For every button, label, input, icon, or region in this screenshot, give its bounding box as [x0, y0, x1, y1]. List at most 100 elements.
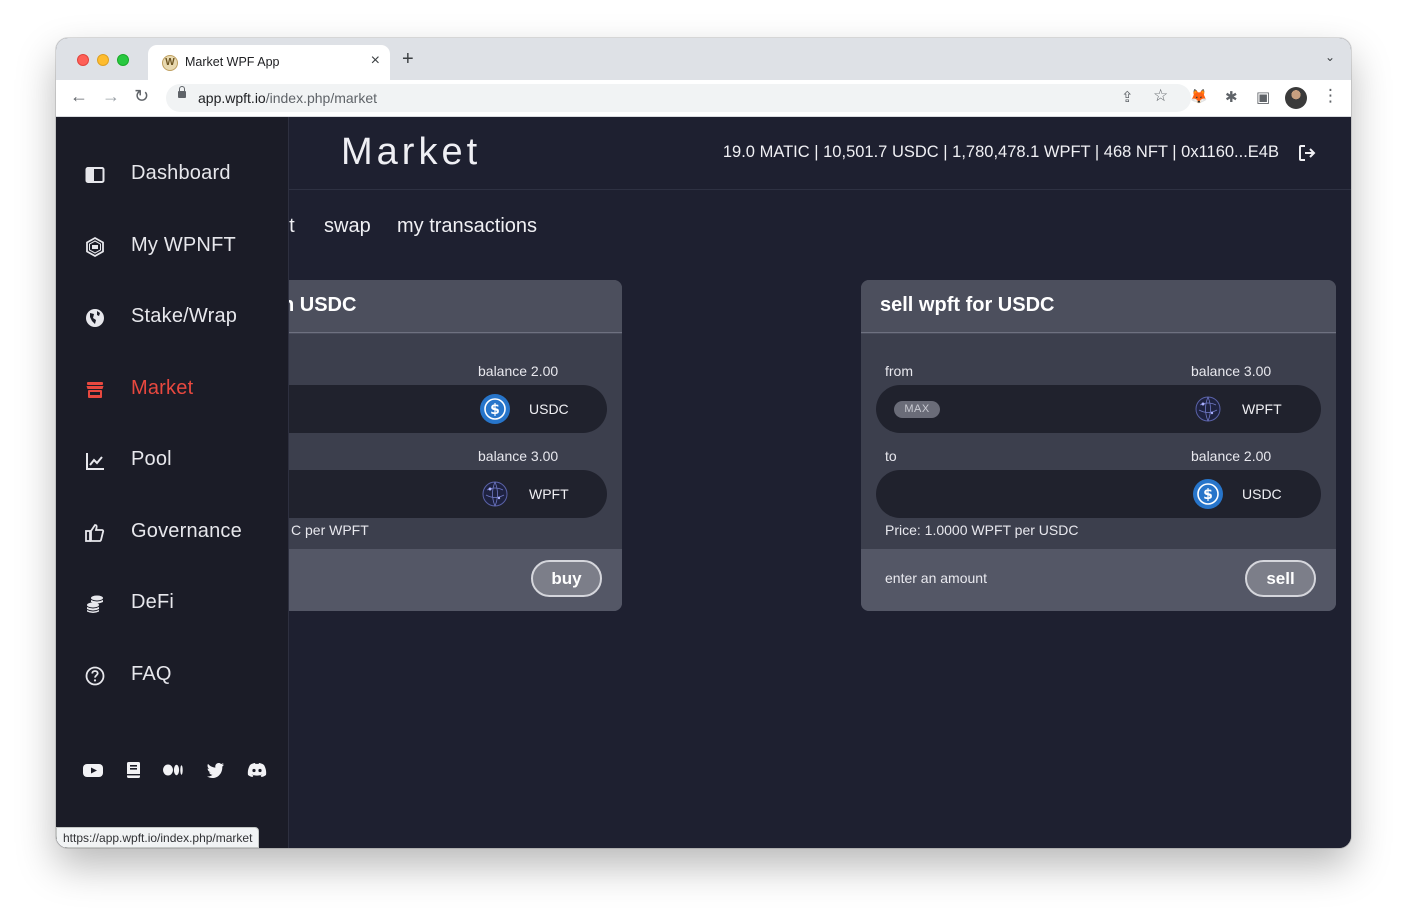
browser-tab[interactable]: W Market WPF App ×: [148, 45, 390, 80]
chart-icon: [86, 453, 104, 470]
sidebar-item-label: FAQ: [131, 663, 172, 685]
youtube-icon[interactable]: [82, 760, 104, 780]
metamask-fox-icon[interactable]: 🦊: [1190, 88, 1207, 105]
sidebar-item-label: Pool: [131, 448, 172, 470]
sidebar-item-label: Stake/Wrap: [131, 305, 238, 327]
book-icon[interactable]: [122, 760, 144, 780]
sell-from-token: WPFT: [1242, 401, 1282, 417]
reload-icon[interactable]: ↻: [134, 86, 149, 107]
usdc-icon: $: [1193, 479, 1223, 509]
close-window-button[interactable]: [77, 54, 89, 66]
zoom-window-button[interactable]: [117, 54, 129, 66]
buy-from-token: USDC: [529, 401, 569, 417]
sell-hint: enter an amount: [885, 570, 987, 586]
sidebar-item-stake-wrap[interactable]: Stake/Wrap: [56, 293, 288, 343]
svg-text:$: $: [490, 402, 500, 418]
bookmark-star-icon[interactable]: ☆: [1153, 86, 1168, 106]
sidebar-item-label: DeFi: [131, 591, 175, 613]
sell-card: sell wpft for USDC from balance 3.00 MAX…: [861, 280, 1336, 611]
address-bar[interactable]: app.wpft.io/index.php/market: [166, 84, 1191, 112]
store-icon: [86, 382, 104, 398]
buy-price: C per WPFT: [291, 522, 369, 538]
buy-from-balance: balance 2.00: [478, 363, 559, 379]
url-text: app.wpft.io/index.php/market: [198, 90, 378, 106]
wpft-globe-icon: [1195, 396, 1221, 422]
discord-icon[interactable]: [246, 760, 268, 780]
buy-from-field[interactable]: $ USDC: [289, 385, 607, 433]
tab-title: Market WPF App: [185, 55, 280, 69]
sidebar-item-my-wpnft[interactable]: My WPNFT: [56, 222, 288, 272]
minimize-window-button[interactable]: [97, 54, 109, 66]
tab-my-transactions[interactable]: my transactions: [397, 215, 537, 238]
page-title: Market: [341, 131, 482, 173]
buy-to-balance: balance 3.00: [478, 448, 559, 464]
sidebar-item-label: Market: [131, 377, 194, 399]
lock-icon: [178, 86, 186, 98]
logout-icon[interactable]: [1297, 143, 1317, 163]
medium-icon[interactable]: [162, 760, 184, 780]
sidebar-item-dashboard[interactable]: Dashboard: [56, 150, 288, 200]
wpft-globe-icon: [482, 481, 508, 507]
buy-to-field[interactable]: WPFT: [289, 470, 607, 518]
forward-icon[interactable]: →: [102, 86, 120, 107]
sidebar-item-label: My WPNFT: [131, 234, 236, 256]
max-button[interactable]: MAX: [894, 401, 940, 418]
wallet-summary: 19.0 MATIC | 10,501.7 USDC | 1,780,478.1…: [722, 143, 1279, 161]
question-icon: [85, 666, 105, 686]
sell-card-header: sell wpft for USDC: [861, 280, 1336, 333]
sell-from-label: from: [885, 363, 913, 379]
sell-from-field[interactable]: MAX WPFT: [876, 385, 1321, 433]
back-icon[interactable]: ←: [70, 86, 88, 107]
favicon-icon: W: [162, 55, 178, 71]
svg-text:$: $: [1203, 487, 1213, 503]
nft-icon: [86, 236, 104, 258]
sell-card-title: sell wpft for USDC: [880, 294, 1055, 316]
thumbs-up-icon: [85, 524, 105, 542]
buy-button[interactable]: buy: [531, 560, 602, 597]
sidebar-item-label: Governance: [131, 520, 242, 542]
usdc-icon: $: [480, 394, 510, 424]
twitter-icon[interactable]: [204, 760, 226, 780]
sell-from-balance: balance 3.00: [1191, 363, 1272, 379]
tab-market[interactable]: et: [289, 215, 295, 238]
buy-card-header: h USDC: [289, 280, 622, 333]
sidebar-item-label: Dashboard: [131, 162, 231, 184]
sell-button[interactable]: sell: [1245, 560, 1316, 597]
sell-card-footer: enter an amount sell: [861, 549, 1336, 611]
browser-toolbar: ← → ↻ app.wpft.io/index.php/market ⇪ ☆ 🦊…: [56, 80, 1351, 117]
buy-card-title: h USDC: [289, 294, 357, 316]
tab-search-icon[interactable]: ⌄: [1325, 50, 1335, 64]
coins-icon: [87, 595, 103, 613]
dashboard-icon: [85, 167, 105, 183]
close-tab-icon[interactable]: ×: [371, 52, 380, 70]
buy-card-footer: buy: [289, 549, 622, 611]
side-panel-icon[interactable]: ▣: [1256, 88, 1270, 106]
sell-card-body: from balance 3.00 MAX WPFT to balance 2.…: [861, 334, 1336, 549]
sidebar-item-governance[interactable]: Governance: [56, 508, 288, 558]
sell-to-balance: balance 2.00: [1191, 448, 1272, 464]
buy-card-body: balance 2.00 $ USDC balance 3.00 WPFT C …: [289, 334, 622, 549]
browser-menu-icon[interactable]: ⋮: [1322, 86, 1339, 106]
sidebar-item-pool[interactable]: Pool: [56, 436, 288, 486]
sidebar: Dashboard My WPNFT Stake/Wrap Market Poo…: [56, 117, 289, 848]
main-content: Market 19.0 MATIC | 10,501.7 USDC | 1,78…: [289, 117, 1351, 848]
sidebar-item-defi[interactable]: DeFi: [56, 579, 288, 629]
sell-to-field[interactable]: $ USDC: [876, 470, 1321, 518]
sidebar-item-market[interactable]: Market: [56, 365, 288, 415]
tab-bar: W Market WPF App × + ⌄: [56, 38, 1351, 80]
status-bar-url: https://app.wpft.io/index.php/market: [56, 827, 260, 848]
sidebar-item-faq[interactable]: FAQ: [56, 651, 288, 701]
buy-card: h USDC balance 2.00 $ USDC balance 3.00 …: [289, 280, 622, 611]
sell-price: Price: 1.0000 WPFT per USDC: [885, 522, 1079, 538]
sell-to-label: to: [885, 448, 897, 464]
buy-to-token: WPFT: [529, 486, 569, 502]
extensions-icon[interactable]: ✱: [1225, 88, 1238, 106]
sell-to-token: USDC: [1242, 486, 1282, 502]
profile-avatar[interactable]: [1285, 87, 1307, 109]
tab-swap[interactable]: swap: [324, 215, 371, 238]
share-icon[interactable]: ⇪: [1121, 88, 1134, 106]
header-divider: [289, 189, 1351, 190]
new-tab-icon[interactable]: +: [402, 48, 414, 71]
app-viewport: Dashboard My WPNFT Stake/Wrap Market Poo…: [56, 117, 1351, 848]
globe-icon: [86, 309, 104, 327]
